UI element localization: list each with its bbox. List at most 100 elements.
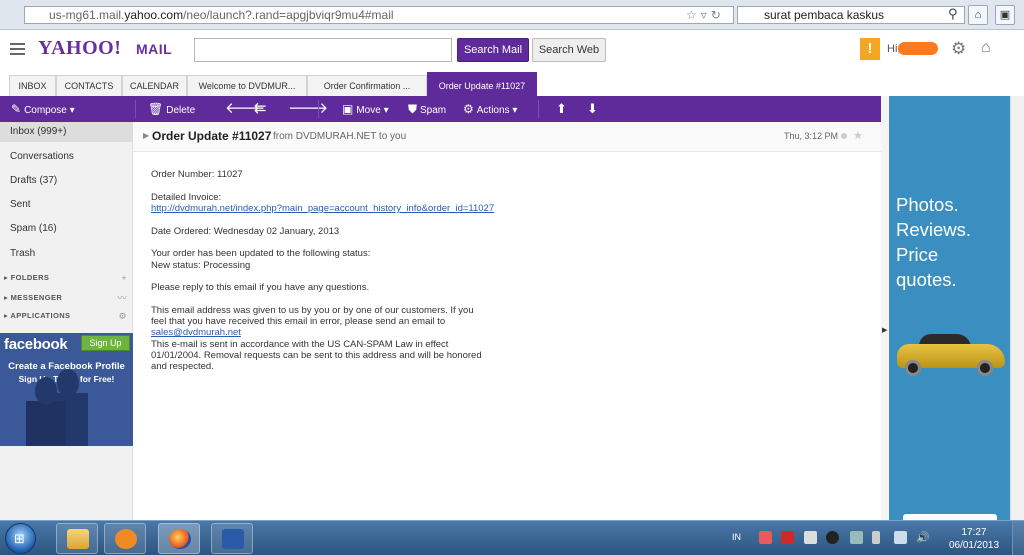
battery-icon[interactable] xyxy=(872,531,880,544)
windows-taskbar: ⊞ IN 🔊 17:27 06/01/2013 xyxy=(0,520,1024,555)
firefox-taskbar-button[interactable] xyxy=(158,523,200,554)
sidebar-item-drafts[interactable]: Drafts (37) xyxy=(0,171,133,191)
gear-icon: ⚙ xyxy=(463,102,474,116)
menu-icon[interactable] xyxy=(10,43,25,55)
reply-note: Please reply to this email if you have a… xyxy=(151,282,370,294)
yahoo-logo[interactable]: YAHOO! xyxy=(38,37,121,60)
search-mail-button[interactable]: Search Mail xyxy=(457,38,529,62)
car-wheel-icon xyxy=(905,360,921,376)
tab-inbox[interactable]: INBOX xyxy=(9,75,56,96)
spam-button[interactable]: ⛊ Spam xyxy=(408,96,446,122)
sidebar-item-conversations[interactable]: Conversations xyxy=(0,147,133,167)
mail-logo[interactable]: MAIL xyxy=(136,41,172,57)
toolbar-divider xyxy=(135,100,136,118)
sidebar-item-inbox[interactable]: Inbox (999+) xyxy=(0,122,133,142)
add-folder-icon[interactable]: + xyxy=(121,271,127,285)
message-body: Order Number: 11027 Detailed Invoice: ht… xyxy=(151,169,501,384)
search-web-button[interactable]: Search Web xyxy=(532,38,606,62)
tab-welcome[interactable]: Welcome to DVDMUR... xyxy=(187,75,307,96)
car-ad[interactable]: Photos. Reviews. Price quotes. xyxy=(889,96,1010,520)
magnifier-icon[interactable]: ⚲ xyxy=(948,6,958,22)
yahoo-header: YAHOO! MAIL Search Mail Search Web ! Hi,… xyxy=(0,30,1024,72)
tray-app-icon[interactable] xyxy=(804,531,817,544)
home-icon[interactable]: ⌂ xyxy=(981,39,991,57)
compose-button[interactable]: ✎ Compose ▾ xyxy=(11,96,75,122)
sidebar-section-applications[interactable]: ▸ APPLICATIONS ⚙ xyxy=(0,309,133,323)
sales-email-link[interactable]: sales@dvdmurah.net xyxy=(151,327,241,338)
message-subject: Order Update #11027 xyxy=(152,129,272,143)
notification-icon[interactable]: ! xyxy=(860,38,880,60)
sidebar-item-sent[interactable]: Sent xyxy=(0,195,133,215)
tab-order-confirmation[interactable]: Order Confirmation ... xyxy=(307,75,427,96)
redacted-username[interactable] xyxy=(898,42,938,55)
tab-bar: INBOX CONTACTS CALENDAR Welcome to DVDMU… xyxy=(0,72,1024,96)
move-button[interactable]: ▣ Move ▾ xyxy=(342,96,389,122)
browser-toolbar: us-mg61.mail.yahoo.com/neo/launch?.rand=… xyxy=(0,0,1024,30)
media-player-taskbar-button[interactable] xyxy=(104,523,146,554)
message-from: from DVDMURAH.NET to you xyxy=(273,131,407,142)
compose-icon: ✎ xyxy=(11,102,22,116)
order-number: Order Number: 11027 xyxy=(151,169,243,180)
word-taskbar-button[interactable] xyxy=(211,523,253,554)
facebook-logo: facebook xyxy=(4,336,68,353)
acrobat-tray-icon[interactable] xyxy=(781,531,794,544)
start-button[interactable]: ⊞ xyxy=(5,523,36,554)
sidebar: Inbox (999+) Conversations Drafts (37) S… xyxy=(0,122,133,520)
message-toolbar: ✎ Compose ▾ 🗑 Delete 🡐 ⇇ 🡒 ▣ Move ▾ ⛊ Spam ⚙… xyxy=(0,96,881,122)
next-message-icon[interactable]: ⬇ xyxy=(587,96,598,122)
show-desktop-button[interactable] xyxy=(1012,521,1024,555)
collapse-arrow-icon[interactable]: ▶ xyxy=(882,326,887,334)
system-clock[interactable]: 17:27 06/01/2013 xyxy=(944,526,1004,552)
tray-app-icon[interactable] xyxy=(826,531,839,544)
windows-logo-icon: ⊞ xyxy=(14,531,25,546)
invoice-block: Detailed Invoice: http://dvdmurah.net/in… xyxy=(151,191,495,214)
gear-icon[interactable]: ⚙ xyxy=(951,39,966,59)
tab-order-update[interactable]: Order Update #11027 xyxy=(427,72,537,96)
sidebar-section-messenger[interactable]: ▸ MESSENGER 〰 xyxy=(0,291,133,305)
network-icon[interactable] xyxy=(894,531,907,544)
ad-collapse-handle[interactable] xyxy=(881,96,889,520)
sidebar-item-spam[interactable]: Spam (16) xyxy=(0,219,133,239)
page-scrollbar[interactable] xyxy=(1010,96,1024,520)
date-ordered: Date Ordered: Wednesday 02 January, 2013 xyxy=(151,225,340,237)
sidebar-section-folders[interactable]: ▸ FOLDERS + xyxy=(0,271,133,285)
facebook-ad[interactable]: facebook Sign Up Create a Facebook Profi… xyxy=(0,333,133,446)
address-bar[interactable]: us-mg61.mail.yahoo.com/neo/launch?.rand=… xyxy=(24,6,734,24)
ad-headline: Photos. Reviews. Price quotes. xyxy=(896,194,972,290)
tray-app-icon[interactable] xyxy=(850,531,863,544)
extension-button-icon[interactable]: ▣ xyxy=(995,5,1015,25)
expand-caret-icon[interactable]: ▶ xyxy=(143,131,149,140)
language-indicator[interactable]: IN xyxy=(732,532,741,542)
forward-icon[interactable]: 🡒 xyxy=(288,96,328,122)
volume-icon[interactable]: 🔊 xyxy=(916,531,930,544)
sidebar-item-trash[interactable]: Trash xyxy=(0,244,133,264)
shield-icon: ⛊ xyxy=(408,102,418,116)
star-icon[interactable]: ★ xyxy=(853,129,863,142)
actions-button[interactable]: ⚙ Actions ▾ xyxy=(463,96,517,122)
toolbar-divider xyxy=(318,100,319,118)
media-player-icon xyxy=(115,529,137,549)
settings-icon[interactable]: ⚙ xyxy=(119,309,127,323)
previous-message-icon[interactable]: ⬆ xyxy=(556,96,567,122)
message-date: Thu, 3:12 PM xyxy=(784,131,839,141)
home-button-icon[interactable]: ⌂ xyxy=(968,5,988,25)
reply-all-icon[interactable]: ⇇ xyxy=(254,96,267,122)
word-icon xyxy=(222,529,244,549)
status-icon[interactable]: 〰 xyxy=(118,291,127,305)
fb-signup-button[interactable]: Sign Up xyxy=(81,335,130,351)
invoice-link[interactable]: http://dvdmurah.net/index.php?main_page=… xyxy=(151,203,494,214)
bookmark-star-icon[interactable]: ☆▿↻ xyxy=(686,8,725,22)
tab-calendar[interactable]: CALENDAR xyxy=(122,75,187,96)
tab-contacts[interactable]: CONTACTS xyxy=(56,75,122,96)
explorer-taskbar-button[interactable] xyxy=(56,523,98,554)
browser-search-input[interactable]: surat pembaca kaskus xyxy=(737,6,965,24)
person-silhouette-icon xyxy=(26,377,66,446)
tray-app-icon[interactable] xyxy=(759,531,772,544)
car-wheel-icon xyxy=(977,360,993,376)
folder-icon xyxy=(67,529,89,549)
trash-icon: 🗑 xyxy=(148,102,164,116)
unread-dot-icon[interactable] xyxy=(841,133,847,139)
disclaimer-block: This email address was given to us by yo… xyxy=(151,304,482,372)
mail-search-input[interactable] xyxy=(194,38,452,62)
delete-button[interactable]: 🗑 Delete xyxy=(148,96,195,122)
